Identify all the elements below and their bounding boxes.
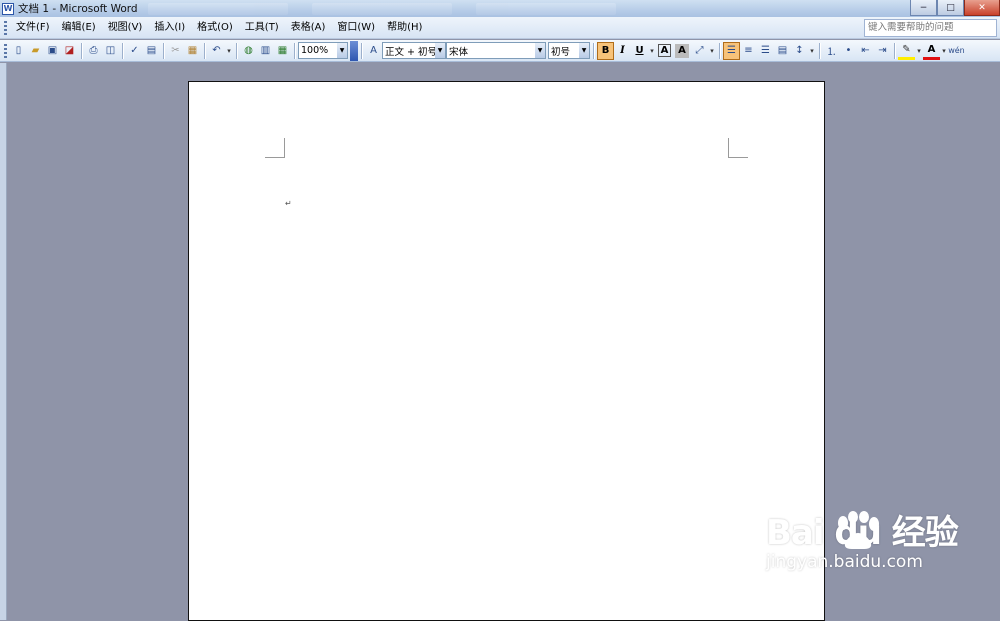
print-preview-icon[interactable]: ◫ bbox=[102, 42, 119, 60]
font-color-button[interactable]: A bbox=[923, 42, 940, 60]
font-select[interactable]: 宋体 ▼ bbox=[446, 42, 546, 59]
ghost-tab bbox=[147, 2, 288, 15]
numbering-icon[interactable]: ⒈ bbox=[823, 42, 840, 60]
insert-excel-icon[interactable]: ▦ bbox=[274, 42, 291, 60]
print-icon[interactable]: ⎙ bbox=[85, 42, 102, 60]
minimize-button[interactable]: − bbox=[910, 0, 937, 16]
decrease-indent-icon[interactable]: ⇤ bbox=[857, 42, 874, 60]
research-icon[interactable]: ▤ bbox=[143, 42, 160, 60]
document-workspace: ↵ Bai du 经验 jingyan.baidu.com bbox=[0, 63, 1000, 621]
undo-dropdown-icon[interactable]: ▾ bbox=[225, 42, 233, 60]
font-size-value: 初号 bbox=[551, 46, 571, 58]
top-left-margin-mark bbox=[265, 138, 285, 158]
paw-logo-icon bbox=[838, 511, 879, 549]
line-spacing-icon[interactable]: ↕ bbox=[791, 42, 808, 60]
menu-help[interactable]: 帮助(H) bbox=[381, 18, 428, 38]
undo-icon[interactable]: ↶ bbox=[208, 42, 225, 60]
style-select[interactable]: 正文 + 初号 ▼ bbox=[382, 42, 446, 59]
style-value: 正文 + 初号 bbox=[385, 46, 437, 58]
bullets-icon[interactable]: • bbox=[840, 42, 857, 60]
line-spacing-dropdown-icon[interactable]: ▾ bbox=[808, 42, 816, 60]
increase-indent-icon[interactable]: ⇥ bbox=[874, 42, 891, 60]
underline-button[interactable]: U bbox=[631, 42, 648, 60]
character-shading-button[interactable]: A bbox=[675, 43, 689, 58]
character-border-button[interactable]: A bbox=[658, 44, 671, 57]
insert-hyperlink-icon[interactable]: ◍ bbox=[240, 42, 257, 60]
scaling-dropdown-icon[interactable]: ▾ bbox=[708, 42, 716, 60]
window-title: 文档 1 - Microsoft Word bbox=[18, 3, 138, 15]
chevron-down-icon[interactable]: ▼ bbox=[535, 43, 545, 58]
paragraph-mark: ↵ bbox=[285, 199, 292, 208]
ghost-tab bbox=[475, 2, 616, 15]
menu-insert[interactable]: 插入(I) bbox=[148, 18, 191, 38]
maximize-button[interactable]: □ bbox=[937, 0, 964, 16]
align-left-button[interactable]: ☰ bbox=[723, 41, 740, 60]
help-search-input[interactable]: 键入需要帮助的问题 bbox=[864, 19, 997, 37]
ghost-tab bbox=[311, 2, 452, 15]
left-ruler-edge bbox=[0, 63, 7, 620]
toolbar-separator bbox=[122, 42, 123, 59]
font-size-select[interactable]: 初号 ▼ bbox=[548, 42, 590, 59]
toolbar-separator bbox=[204, 42, 205, 59]
align-center-icon[interactable]: ≡ bbox=[740, 42, 757, 60]
toolbar-separator bbox=[294, 42, 295, 59]
font-value: 宋体 bbox=[449, 46, 469, 58]
toolbar-separator bbox=[236, 42, 237, 59]
top-right-margin-mark bbox=[728, 138, 748, 158]
toolbar-separator bbox=[361, 42, 362, 59]
cut-icon[interactable]: ✂ bbox=[167, 42, 184, 60]
bold-button[interactable]: B bbox=[597, 41, 614, 60]
toolbar-separator bbox=[593, 42, 594, 59]
character-scaling-icon[interactable]: ⤢ bbox=[691, 42, 708, 60]
menu-edit[interactable]: 编辑(E) bbox=[56, 18, 102, 38]
italic-button[interactable]: I bbox=[614, 42, 631, 60]
menu-view[interactable]: 视图(V) bbox=[102, 18, 149, 38]
toolbar: ▯ ▰ ▣ ◪ ⎙ ◫ ✓ ▤ ✂ ▦ ↶ ▾ ◍ ▥ ▦ 100% ▼ A 正… bbox=[0, 40, 1000, 62]
save-icon[interactable]: ▣ bbox=[44, 42, 61, 60]
underline-dropdown-icon[interactable]: ▾ bbox=[648, 42, 656, 60]
close-button[interactable]: ✕ bbox=[964, 0, 1000, 16]
toolbar-separator bbox=[819, 42, 820, 59]
open-folder-icon[interactable]: ▰ bbox=[27, 42, 44, 60]
font-color-dropdown-icon[interactable]: ▾ bbox=[940, 42, 948, 60]
menu-file[interactable]: 文件(F) bbox=[10, 18, 56, 38]
chevron-down-icon[interactable]: ▼ bbox=[337, 43, 347, 58]
toolbar-separator bbox=[894, 42, 895, 59]
toolbar-separator bbox=[719, 42, 720, 59]
zoom-select[interactable]: 100% ▼ bbox=[298, 42, 348, 59]
toolbar-separator bbox=[163, 42, 164, 59]
menu-format[interactable]: 格式(O) bbox=[191, 18, 239, 38]
title-bar: W 文档 1 - Microsoft Word − □ ✕ bbox=[0, 0, 1000, 17]
menu-grip-handle[interactable] bbox=[4, 20, 7, 35]
paste-icon[interactable]: ▦ bbox=[184, 42, 201, 60]
zoom-value: 100% bbox=[301, 45, 329, 56]
styles-formatting-icon[interactable]: A bbox=[365, 42, 382, 60]
toolbar-grip-handle[interactable] bbox=[4, 43, 7, 58]
chevron-down-icon[interactable]: ▼ bbox=[579, 43, 589, 58]
highlight-dropdown-icon[interactable]: ▾ bbox=[915, 42, 923, 60]
menu-tools[interactable]: 工具(T) bbox=[239, 18, 285, 38]
menu-window[interactable]: 窗口(W) bbox=[331, 18, 381, 38]
spelling-check-icon[interactable]: ✓ bbox=[126, 42, 143, 60]
document-page[interactable]: ↵ bbox=[188, 81, 825, 621]
align-right-icon[interactable]: ☰ bbox=[757, 42, 774, 60]
menu-bar: 文件(F) 编辑(E) 视图(V) 插入(I) 格式(O) 工具(T) 表格(A… bbox=[0, 17, 1000, 39]
toolbar-overflow-handle[interactable] bbox=[350, 40, 358, 61]
phonetic-guide-button[interactable]: wén bbox=[948, 42, 965, 60]
menu-table[interactable]: 表格(A) bbox=[285, 18, 332, 38]
word-app-icon[interactable]: W bbox=[2, 2, 14, 15]
highlight-icon[interactable]: ✎ bbox=[898, 42, 915, 60]
justify-distribute-icon[interactable]: ▤ bbox=[774, 42, 791, 60]
tables-borders-icon[interactable]: ▥ bbox=[257, 42, 274, 60]
toolbar-separator bbox=[81, 42, 82, 59]
permission-icon[interactable]: ◪ bbox=[61, 42, 78, 60]
watermark-url: jingyan.baidu.com bbox=[766, 552, 923, 572]
baidu-watermark: Bai du 经验 jingyan.baidu.com bbox=[766, 511, 959, 573]
chevron-down-icon[interactable]: ▼ bbox=[435, 43, 445, 58]
background-window-tabs bbox=[147, 2, 616, 15]
new-document-icon[interactable]: ▯ bbox=[10, 42, 27, 60]
window-controls: − □ ✕ bbox=[910, 0, 1000, 16]
